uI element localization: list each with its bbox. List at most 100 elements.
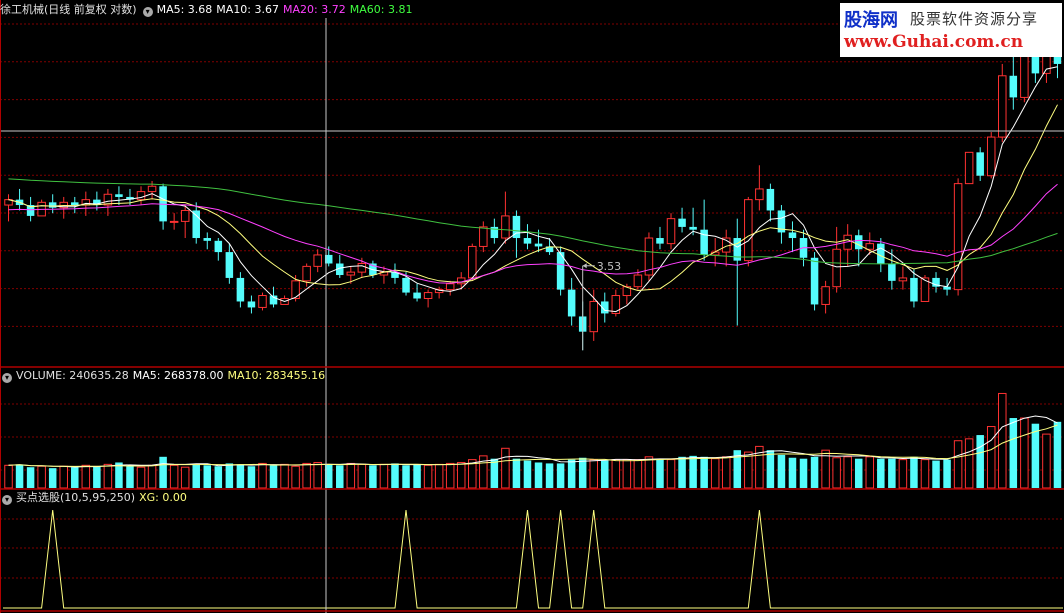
volume-bar — [512, 458, 521, 488]
watermark-url: www.Guhai.com.cn — [844, 32, 1024, 52]
volume-bar — [666, 459, 676, 489]
volume-bar — [48, 468, 57, 488]
volume-bar — [534, 462, 543, 488]
volume-bar — [59, 465, 68, 489]
candle-body — [71, 202, 79, 206]
candle-body — [192, 210, 200, 239]
settings-icon[interactable]: ▾ — [2, 373, 12, 383]
volume-bar — [556, 463, 565, 488]
candle-body — [203, 238, 212, 241]
volume-ma10: MA10: 283455.16 — [227, 369, 326, 382]
candle-body — [964, 151, 974, 185]
indicator-panel-header: ▾ 买点选股(10,5,95,250) XG: 0.00 — [0, 491, 191, 505]
candle-body — [877, 243, 885, 264]
volume-bar — [456, 461, 466, 489]
volume-bar — [402, 465, 410, 488]
volume-bar — [766, 450, 775, 488]
volume-bar — [799, 458, 808, 488]
candle-body — [258, 295, 267, 308]
volume-bar — [302, 462, 311, 489]
volume-bar — [1031, 423, 1040, 488]
candle-body — [214, 240, 223, 253]
candle-body — [854, 235, 863, 250]
candle-body — [313, 254, 322, 267]
volume-bar — [920, 459, 930, 489]
volume-bar — [159, 456, 167, 488]
volume-bar — [744, 451, 753, 489]
candle-body — [755, 188, 764, 201]
settings-icon[interactable]: ▾ — [2, 495, 12, 505]
settings-icon[interactable]: ▾ — [142, 7, 153, 17]
volume-bar — [391, 463, 399, 488]
volume-bar — [147, 464, 157, 489]
volume-bar — [721, 456, 731, 489]
candle-body — [236, 277, 245, 302]
volume-bar — [998, 392, 1007, 489]
candle-body — [225, 252, 234, 278]
candle-body — [611, 295, 621, 314]
volume-bar — [777, 454, 786, 488]
volume-bar — [258, 462, 267, 489]
candle-body — [247, 301, 256, 308]
volume-bar — [247, 466, 256, 488]
volume-bar — [567, 459, 576, 488]
low-price-label: 3.53 — [597, 260, 622, 273]
stock-chart[interactable]: 3.53 — [0, 0, 1064, 613]
candle-body — [589, 300, 598, 333]
candle-body — [810, 257, 819, 305]
candle-body — [888, 263, 896, 281]
volume-bar — [1042, 433, 1051, 489]
volume-bar — [601, 460, 609, 488]
candle-body — [479, 226, 488, 247]
watermark-tagline: 股票软件资源分享 — [910, 10, 1039, 28]
volume-bar — [37, 465, 46, 489]
candle-body — [898, 277, 908, 282]
candlestick-series — [4, 33, 1062, 351]
ma-legend-item: MA10: 3.67 — [216, 3, 280, 16]
volume-bar — [943, 459, 951, 488]
candle-body — [468, 245, 477, 279]
volume-bar — [413, 464, 421, 488]
volume-bar — [611, 459, 621, 489]
candle-body — [666, 218, 676, 245]
volume-bar — [445, 462, 455, 489]
volume-bar — [656, 458, 664, 488]
volume-bar — [169, 464, 179, 489]
volume-bar — [490, 458, 499, 488]
volume-bar — [236, 464, 245, 488]
candle-body — [147, 185, 157, 193]
candle-body — [976, 152, 984, 176]
candle-body — [910, 277, 918, 302]
candle-body — [865, 243, 875, 250]
volume-value: VOLUME: 240635.28 — [16, 369, 129, 382]
volume-bar — [136, 466, 146, 489]
indicator-value: XG: 0.00 — [139, 491, 187, 504]
volume-bar — [622, 459, 632, 489]
volume-bar-series — [4, 392, 1062, 489]
xg-signal-series — [3, 509, 1063, 609]
volume-bar — [103, 463, 113, 489]
volume-bar — [832, 457, 841, 489]
volume-panel-header: ▾ VOLUME: 240635.28 MA5: 268378.00 MA10: 28… — [0, 369, 329, 383]
volume-bar — [523, 460, 532, 488]
volume-bar — [976, 435, 984, 488]
candle-body — [832, 248, 841, 288]
volume-bar — [434, 463, 444, 489]
candle-body — [821, 286, 830, 305]
volume-bar — [71, 467, 79, 488]
ma-legend-item: MA20: 3.72 — [283, 3, 346, 16]
volume-bar — [964, 438, 974, 489]
candle-body — [180, 209, 190, 222]
ma-legend-item: MA60: 3.81 — [349, 3, 413, 16]
volume-bar — [810, 456, 819, 488]
volume-bar — [379, 463, 389, 489]
volume-bar — [678, 456, 686, 488]
volume-bar — [280, 463, 289, 489]
volume-bar — [501, 447, 510, 489]
candle-body — [357, 262, 367, 273]
volume-bar — [888, 458, 896, 488]
volume-bar — [545, 463, 554, 488]
candle-body — [445, 283, 455, 291]
volume-bar — [336, 465, 344, 488]
candle-body — [678, 218, 686, 227]
